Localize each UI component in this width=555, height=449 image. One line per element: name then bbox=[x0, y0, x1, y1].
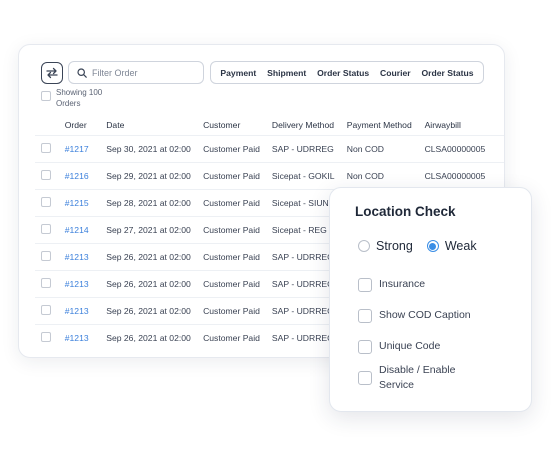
show-cod-caption-checkbox[interactable] bbox=[358, 309, 372, 323]
row-checkbox[interactable] bbox=[41, 169, 51, 180]
show-cod-caption-label: Show COD Caption bbox=[379, 309, 471, 321]
row-checkbox[interactable] bbox=[41, 223, 51, 234]
disable-enable-service-checkbox[interactable] bbox=[358, 371, 372, 385]
cell-order[interactable]: #1213 bbox=[64, 296, 107, 324]
swap-toggle-button[interactable] bbox=[41, 62, 63, 84]
insurance-checkbox[interactable] bbox=[358, 278, 372, 292]
row-checkbox[interactable] bbox=[41, 196, 51, 207]
option-disable-enable-service[interactable]: Disable / Enable Service bbox=[358, 363, 474, 393]
filter-payment[interactable]: Payment bbox=[220, 68, 256, 78]
filter-shipment[interactable]: Shipment bbox=[267, 68, 306, 78]
cell-customer: Customer Paid bbox=[203, 269, 272, 297]
cell-order[interactable]: #1215 bbox=[64, 188, 107, 216]
swap-icon bbox=[46, 67, 58, 79]
col-date[interactable]: Date bbox=[106, 115, 203, 135]
radio-strong[interactable]: Strong bbox=[358, 239, 413, 253]
cell-delivery-method: SAP - UDRREG bbox=[271, 134, 347, 162]
select-all-checkbox[interactable] bbox=[41, 91, 51, 101]
cell-order[interactable]: #1213 bbox=[64, 242, 107, 270]
row-checkbox[interactable] bbox=[41, 250, 51, 261]
cell-date: Sep 26, 2021 at 02:00 bbox=[106, 242, 204, 270]
col-customer[interactable]: Customer bbox=[203, 115, 272, 135]
panel-title: Location Check bbox=[355, 204, 456, 219]
cell-date: Sep 27, 2021 at 02:00 bbox=[106, 215, 204, 243]
col-delivery-method[interactable]: Delivery Method bbox=[272, 115, 347, 135]
cell-customer: Customer Paid bbox=[203, 323, 272, 351]
cell-date: Sep 26, 2021 at 02:00 bbox=[106, 296, 204, 324]
unique-code-label: Unique Code bbox=[379, 340, 441, 352]
cell-customer: Customer Paid bbox=[203, 242, 272, 270]
cell-order[interactable]: #1214 bbox=[64, 215, 107, 243]
col-payment-method[interactable]: Payment Method bbox=[347, 115, 425, 135]
cell-customer: Customer Paid bbox=[203, 215, 272, 243]
table-header-row: Order Date Customer Delivery Method Paym… bbox=[35, 115, 504, 135]
filter-tabs: Payment Shipment Order Status Courier Or… bbox=[210, 61, 484, 84]
cell-customer: Customer Paid bbox=[203, 161, 272, 189]
cell-date: Sep 26, 2021 at 02:00 bbox=[106, 323, 204, 351]
cell-date: Sep 30, 2021 at 02:00 bbox=[106, 134, 204, 162]
radio-weak-dot[interactable] bbox=[426, 240, 439, 252]
strength-radio-group: Strong Weak bbox=[358, 239, 477, 253]
cell-customer: Customer Paid bbox=[203, 134, 272, 162]
search-input[interactable] bbox=[92, 67, 192, 78]
cell-payment-method: Non COD bbox=[346, 161, 425, 189]
insurance-label: Insurance bbox=[379, 278, 426, 290]
col-airwaybill[interactable]: Airwaybill bbox=[425, 115, 504, 135]
filter-courier[interactable]: Courier bbox=[380, 68, 411, 78]
row-checkbox[interactable] bbox=[41, 142, 51, 153]
table-row[interactable]: #1216 Sep 29, 2021 at 02:00 Customer Paid S… bbox=[35, 161, 504, 189]
showing-label: Showing 100 Orders bbox=[56, 88, 103, 108]
cell-airwaybill: CLSA00000005 bbox=[424, 161, 504, 189]
row-checkbox[interactable] bbox=[41, 304, 51, 315]
row-checkbox[interactable] bbox=[41, 331, 51, 342]
cell-date: Sep 26, 2021 at 02:00 bbox=[106, 269, 204, 297]
radio-strong-label: Strong bbox=[376, 239, 413, 253]
cell-payment-method: Non COD bbox=[346, 134, 425, 162]
cell-date: Sep 28, 2021 at 02:00 bbox=[106, 188, 204, 216]
radio-weak-label: Weak bbox=[444, 239, 477, 253]
row-checkbox[interactable] bbox=[41, 277, 51, 288]
filter-order-search[interactable] bbox=[68, 61, 204, 84]
cell-airwaybill: CLSA00000005 bbox=[424, 134, 504, 162]
showing-count: Showing 100 Orders bbox=[41, 87, 106, 109]
radio-weak[interactable]: Weak bbox=[426, 239, 477, 253]
col-order[interactable]: Order bbox=[65, 115, 106, 135]
radio-strong-dot[interactable] bbox=[358, 240, 370, 252]
location-check-panel: Location Check Strong Weak Insurance Sho… bbox=[329, 187, 532, 412]
cell-delivery-method: Sicepat - GOKIL bbox=[271, 161, 347, 189]
unique-code-checkbox[interactable] bbox=[358, 340, 372, 354]
table-row[interactable]: #1217 Sep 30, 2021 at 02:00 Customer Paid S… bbox=[35, 134, 504, 162]
option-show-cod-caption[interactable]: Show COD Caption bbox=[358, 308, 471, 323]
filter-order-status[interactable]: Order Status bbox=[317, 68, 369, 78]
disable-enable-service-label: Disable / Enable Service bbox=[379, 364, 456, 391]
cell-order[interactable]: #1217 bbox=[64, 134, 107, 162]
search-icon bbox=[77, 67, 87, 78]
cell-customer: Customer Paid bbox=[203, 296, 272, 324]
cell-date: Sep 29, 2021 at 02:00 bbox=[106, 161, 204, 189]
cell-order[interactable]: #1213 bbox=[64, 323, 107, 351]
cell-order[interactable]: #1216 bbox=[64, 161, 107, 189]
option-insurance[interactable]: Insurance bbox=[358, 277, 425, 292]
option-unique-code[interactable]: Unique Code bbox=[358, 339, 440, 354]
cell-customer: Customer Paid bbox=[203, 188, 272, 216]
cell-order[interactable]: #1213 bbox=[64, 269, 107, 297]
filter-order-status-2[interactable]: Order Status bbox=[421, 68, 473, 78]
